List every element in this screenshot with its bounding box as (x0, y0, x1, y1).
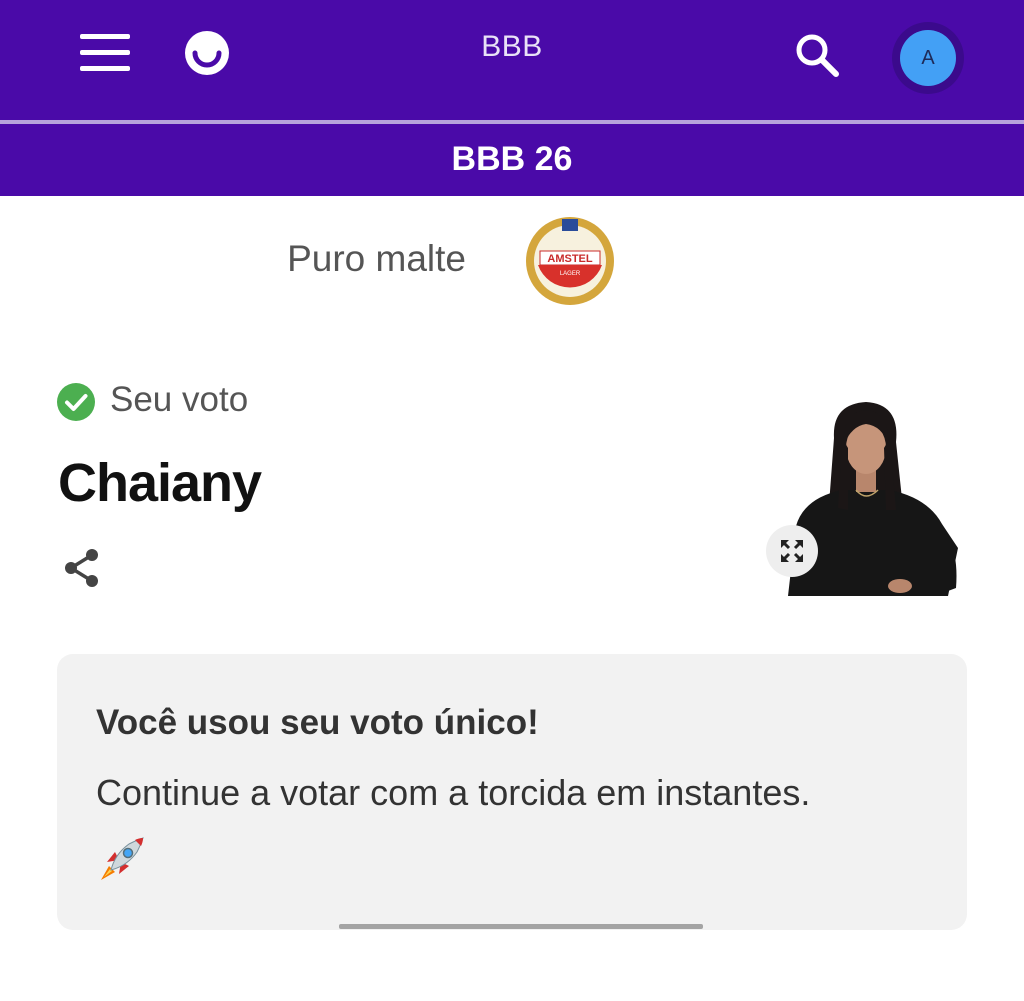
card-title: Você usou seu voto único! (96, 703, 539, 742)
rocket-icon (101, 837, 144, 880)
hamburger-menu-icon[interactable] (80, 34, 130, 72)
top-app-bar: BBB A (0, 0, 1024, 120)
amstel-logo: AMSTEL LAGER (526, 217, 614, 305)
card-text: Continue a votar com a torcida em instan… (96, 772, 811, 813)
section-header: BBB 26 (0, 124, 1024, 196)
home-indicator (339, 924, 703, 929)
share-icon[interactable] (60, 546, 104, 590)
sponsor-logo-subtext: LAGER (560, 271, 581, 277)
user-avatar-button[interactable]: A (892, 22, 964, 94)
sponsor-text: Puro malte (287, 238, 466, 279)
section-title: BBB 26 (451, 140, 573, 178)
vote-status-text: Seu voto (110, 380, 249, 419)
vote-info-card: Você usou seu voto único! Continue a vot… (57, 654, 967, 930)
candidate-name: Chaiany (58, 453, 262, 513)
expand-icon (781, 540, 803, 562)
app-title: BBB (481, 30, 543, 63)
sponsor-logo-text: AMSTEL (547, 253, 593, 265)
search-icon[interactable] (792, 30, 844, 82)
expand-photo-button[interactable] (766, 525, 818, 577)
check-circle-icon (57, 383, 95, 421)
avatar-initial: A (900, 30, 956, 86)
smiley-logo-icon[interactable] (185, 31, 229, 75)
